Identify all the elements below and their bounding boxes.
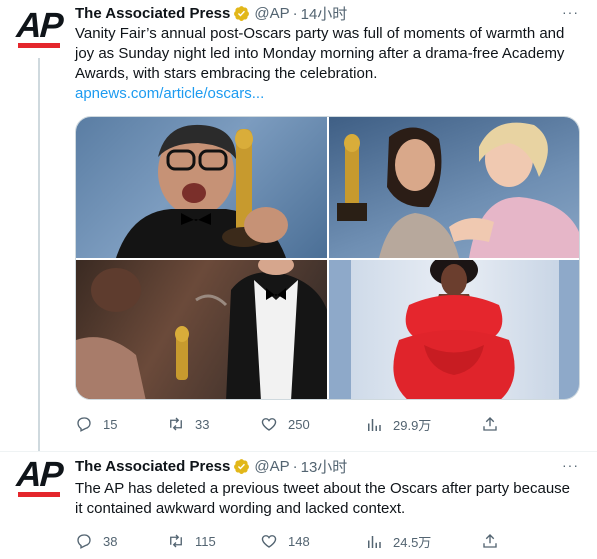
like-button[interactable]: 250 [260,415,310,433]
photo-red-dress[interactable] [329,260,579,399]
views-chart-icon [368,535,381,548]
retweet-count: 33 [195,416,210,432]
like-button[interactable]: 148 [260,532,310,550]
tweet-timestamp[interactable]: 14小时 [301,3,348,24]
reply-icon [77,534,91,549]
more-options-icon[interactable]: ··· [562,4,579,20]
retweet-button[interactable]: 115 [167,532,216,550]
author-handle[interactable]: @AP [254,5,289,22]
tweet-actions: 15 33 250 29.9万 [75,415,575,435]
like-count: 250 [288,416,310,432]
verified-badge-icon[interactable] [233,458,250,475]
view-count: 24.5万 [393,535,432,550]
photo-red-dress-illustration [329,260,579,399]
heart-icon [261,535,277,548]
verified-badge-icon[interactable] [233,5,250,22]
reply-count: 38 [103,533,118,549]
ap-logo-bar [18,492,60,497]
tweet-divider [0,451,597,452]
photo-guests-illustration [337,122,579,258]
tweet-text: The AP has deleted a previous tweet abou… [75,479,575,519]
author-handle[interactable]: @AP [254,458,289,475]
reply-count: 15 [103,416,118,432]
tweet-timestamp[interactable]: 13小时 [301,456,348,477]
more-options-icon[interactable]: ··· [562,457,579,473]
separator-dot: · [292,457,298,475]
share-icon [483,417,497,431]
tweet-header: The Associated Press @AP · 14小时 [75,2,347,24]
retweet-count: 115 [195,533,216,549]
reply-button[interactable]: 38 [75,532,117,550]
ap-logo-text: AP [15,6,63,45]
ap-logo-bar [18,43,60,48]
reply-icon [77,417,91,432]
view-count: 29.9万 [393,418,432,433]
avatar[interactable]: AP [13,6,65,50]
author-name[interactable]: The Associated Press [75,458,230,475]
retweet-icon [170,534,182,548]
views-button[interactable]: 24.5万 [365,532,431,551]
tweet-text: Vanity Fair’s annual post-Oscars party w… [75,24,575,104]
photo-actor-illustration [116,124,288,258]
tweet-body: The AP has deleted a previous tweet abou… [75,480,571,517]
avatar[interactable]: AP [13,455,65,499]
photo-actor-with-oscar[interactable] [76,117,327,258]
tweet-body: Vanity Fair’s annual post-Oscars party w… [75,25,565,82]
photo-engraving-illustration [76,260,327,399]
separator-dot: · [292,4,298,22]
article-link[interactable]: apnews.com/article/oscars... [75,85,264,102]
photo-two-guests[interactable] [329,117,579,258]
like-count: 148 [288,533,310,549]
retweet-icon [170,417,182,431]
reply-button[interactable]: 15 [75,415,117,433]
photo-oscar-engraving[interactable] [76,260,327,399]
views-button[interactable]: 29.9万 [365,415,431,434]
heart-icon [261,418,277,431]
tweet-header: The Associated Press @AP · 13小时 [75,455,347,477]
share-button[interactable] [481,532,499,550]
share-button[interactable] [481,415,499,433]
retweet-button[interactable]: 33 [167,415,209,433]
ap-logo-text: AP [15,455,63,494]
views-chart-icon [368,418,381,431]
media-grid[interactable] [75,116,580,400]
tweet-actions: 38 115 148 24.5万 [75,532,575,552]
share-icon [483,534,497,548]
author-name[interactable]: The Associated Press [75,5,230,22]
thread-connector-line [38,58,40,451]
